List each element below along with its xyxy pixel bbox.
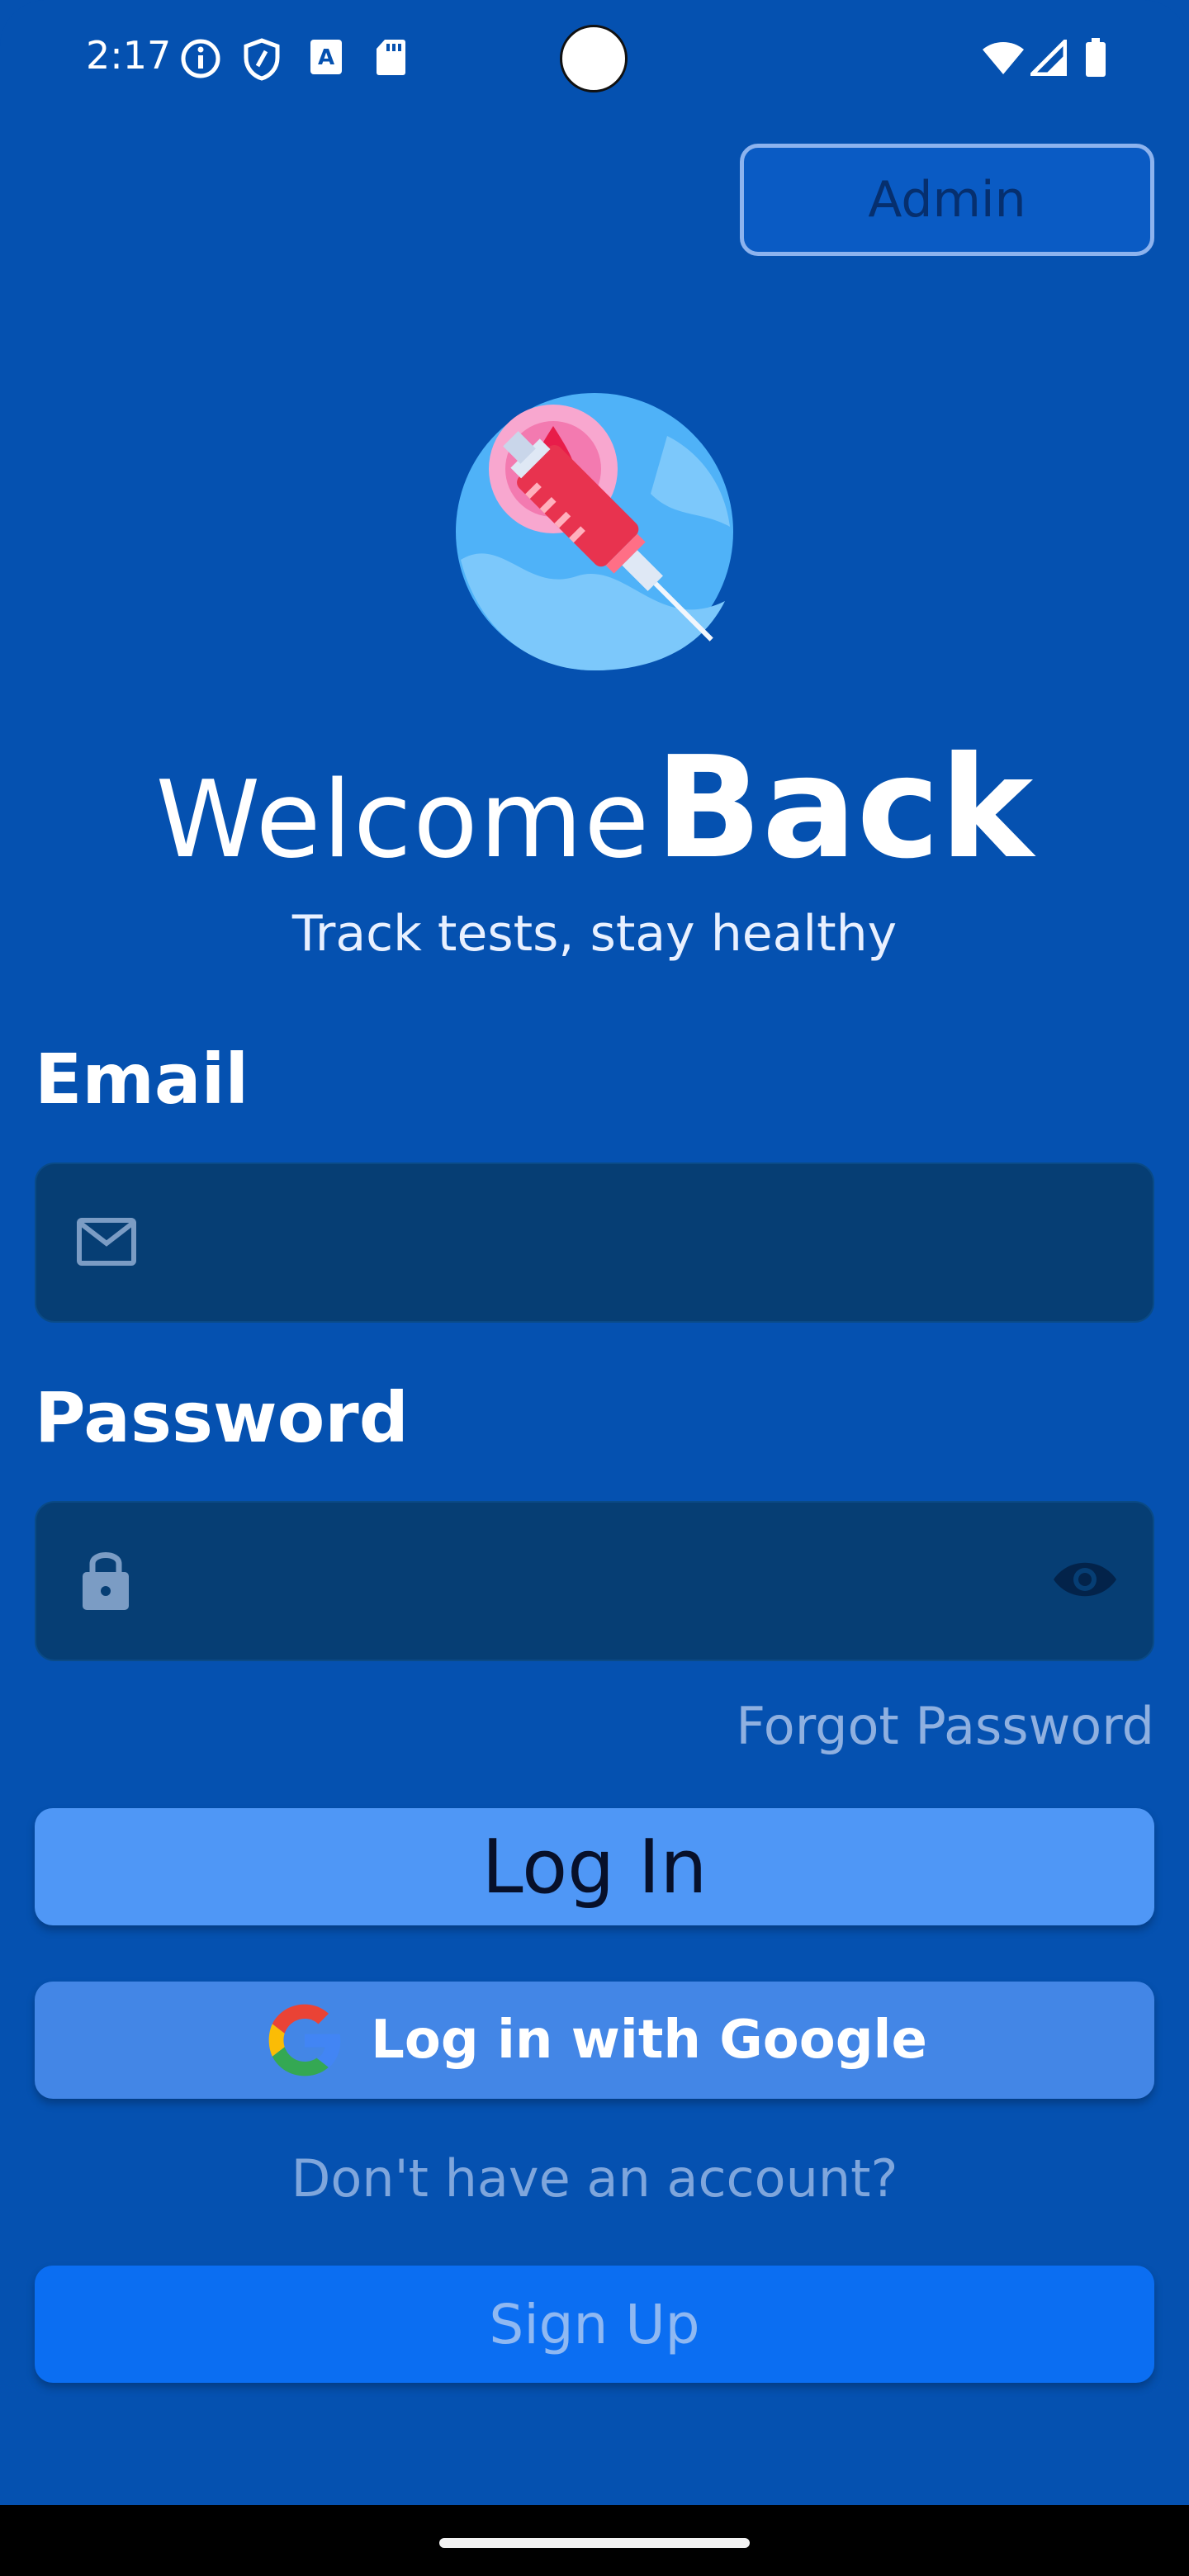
mail-icon <box>76 1217 137 1270</box>
signup-button[interactable]: Sign Up <box>35 2266 1154 2383</box>
email-input[interactable] <box>177 1164 1006 1323</box>
welcome-heading: Welcome Back <box>0 727 1189 890</box>
blood-test-syringe-logo <box>452 386 750 684</box>
welcome-bold-text: Back <box>655 727 1034 890</box>
status-bar: 2:17 A <box>0 0 1189 116</box>
google-button-label: Log in with Google <box>371 2010 927 2071</box>
subtitle: Track tests, stay healthy <box>291 905 898 963</box>
password-label: Password <box>35 1377 409 1458</box>
google-login-button[interactable]: Log in with Google <box>35 1982 1154 2099</box>
login-screen: 2:17 A Admin Welcome Back Track tests, s… <box>0 0 1189 2576</box>
sd-card-icon <box>375 38 406 79</box>
camera-cutout <box>560 25 628 92</box>
login-button-label: Log In <box>481 1823 708 1911</box>
home-gesture-handle[interactable] <box>439 2538 750 2548</box>
lock-icon <box>81 1546 130 1615</box>
forgot-password-link[interactable]: Forgot Password <box>736 1696 1154 1756</box>
email-field[interactable] <box>35 1163 1154 1323</box>
password-input[interactable] <box>177 1503 1006 1661</box>
google-logo-icon <box>262 1997 371 2083</box>
status-time: 2:17 <box>86 33 172 78</box>
no-account-text: Don't have an account? <box>291 2148 898 2209</box>
signup-button-label: Sign Up <box>489 2292 700 2356</box>
svg-text:A: A <box>318 45 334 70</box>
info-icon <box>180 38 221 83</box>
email-label: Email <box>35 1039 249 1120</box>
welcome-light-text: Welcome <box>155 759 651 882</box>
wifi-icon <box>981 40 1026 79</box>
text-a-icon: A <box>309 38 343 79</box>
eye-icon[interactable] <box>1052 1556 1118 1607</box>
admin-button[interactable]: Admin <box>740 144 1154 256</box>
login-button[interactable]: Log In <box>35 1808 1154 1925</box>
signal-icon <box>1026 36 1068 79</box>
battery-icon <box>1085 38 1106 81</box>
shield-icon <box>243 38 281 84</box>
password-field[interactable] <box>35 1501 1154 1661</box>
